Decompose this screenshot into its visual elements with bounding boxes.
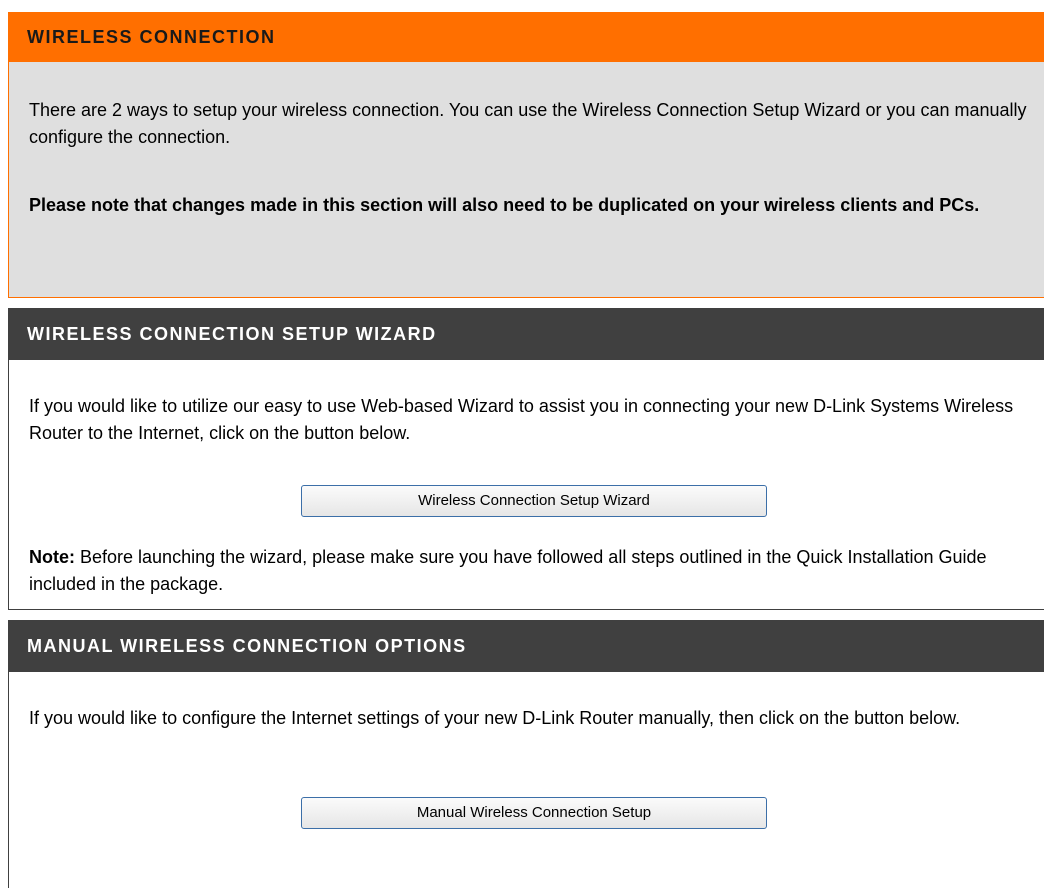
setup-wizard-section: WIRELESS CONNECTION SETUP WIZARD If you … <box>8 308 1044 610</box>
setup-wizard-note-text: Before launching the wizard, please make… <box>29 547 987 594</box>
manual-wireless-connection-setup-button[interactable]: Manual Wireless Connection Setup <box>301 797 767 829</box>
manual-options-description: If you would like to configure the Inter… <box>29 708 961 728</box>
wireless-connection-note: Please note that changes made in this se… <box>29 195 980 215</box>
wireless-connection-header: WIRELESS CONNECTION <box>8 12 1044 62</box>
setup-wizard-header: WIRELESS CONNECTION SETUP WIZARD <box>8 308 1044 360</box>
manual-options-header: MANUAL WIRELESS CONNECTION OPTIONS <box>8 620 1044 672</box>
wireless-connection-section: WIRELESS CONNECTION There are 2 ways to … <box>8 12 1044 298</box>
setup-wizard-note: Note: Before launching the wizard, pleas… <box>29 544 1030 598</box>
wireless-connection-intro: There are 2 ways to setup your wireless … <box>29 100 1027 147</box>
setup-wizard-description: If you would like to utilize our easy to… <box>29 396 1014 443</box>
wireless-connection-setup-wizard-button[interactable]: Wireless Connection Setup Wizard <box>301 485 767 517</box>
manual-options-section: MANUAL WIRELESS CONNECTION OPTIONS If yo… <box>8 620 1044 888</box>
setup-wizard-note-label: Note: <box>29 547 75 567</box>
